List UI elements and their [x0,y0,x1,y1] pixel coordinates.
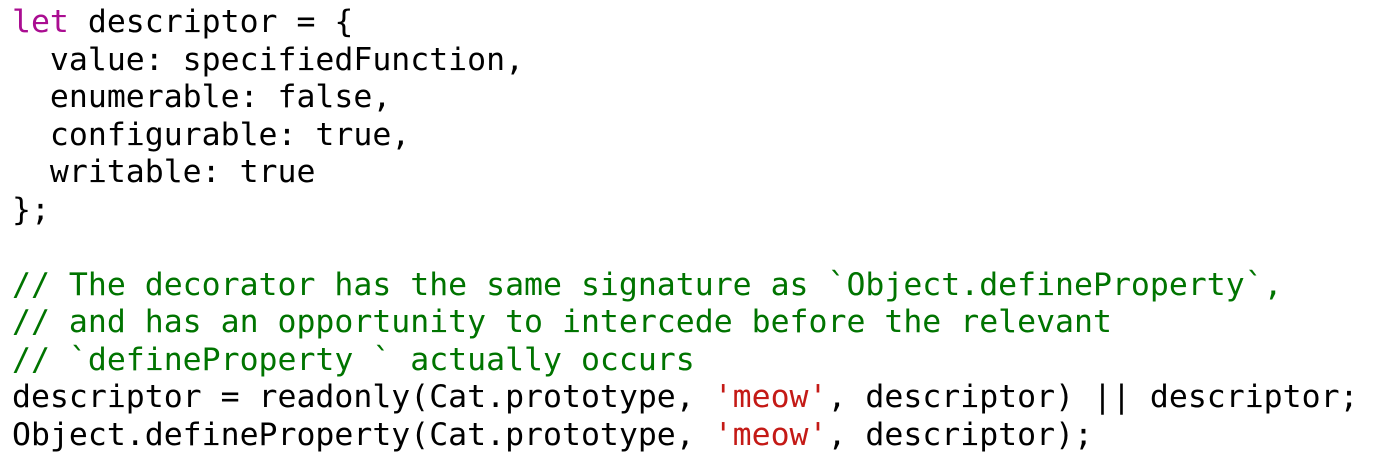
comment-token: // The decorator has the same signature … [12,266,1283,303]
code-line-9: // and has an opportunity to intercede b… [12,304,1359,342]
code-line-3: enumerable: false, [12,79,1359,117]
code-line-1: let descriptor = { [12,4,1359,42]
code-line-5: writable: true [12,154,1359,192]
code-line-10: // `defineProperty ` actually occurs [12,342,1359,380]
comment-token: // `defineProperty ` actually occurs [12,341,695,378]
code-text: , descriptor) || descriptor; [827,379,1359,415]
code-text: descriptor = readonly(Cat.prototype, [12,379,714,415]
code-line-2: value: specifiedFunction, [12,42,1359,80]
code-line-11: descriptor = readonly(Cat.prototype, 'me… [12,379,1359,417]
code-text: }; [12,191,50,228]
code-line-4: configurable: true, [12,117,1359,155]
code-text: , descriptor); [827,416,1094,453]
comment-token: // and has an opportunity to intercede b… [12,304,1112,340]
code-text: writable: true [12,154,316,190]
code-text: descriptor = { [68,4,354,40]
string-token: 'meow' [713,416,828,453]
code-text: enumerable: false, [12,79,392,115]
string-token: 'meow' [713,379,828,415]
code-text: value: specifiedFunction, [12,41,525,78]
code-line-6: }; [12,192,1359,230]
code-editor: let descriptor = { value: specifiedFunct… [12,4,1359,454]
code-line-12: Object.defineProperty(Cat.prototype, 'me… [12,417,1359,455]
code-line-8: // The decorator has the same signature … [12,267,1359,305]
code-text: Object.defineProperty(Cat.prototype, [12,416,714,453]
code-text: configurable: true, [12,116,411,153]
keyword-token: let [12,4,69,40]
